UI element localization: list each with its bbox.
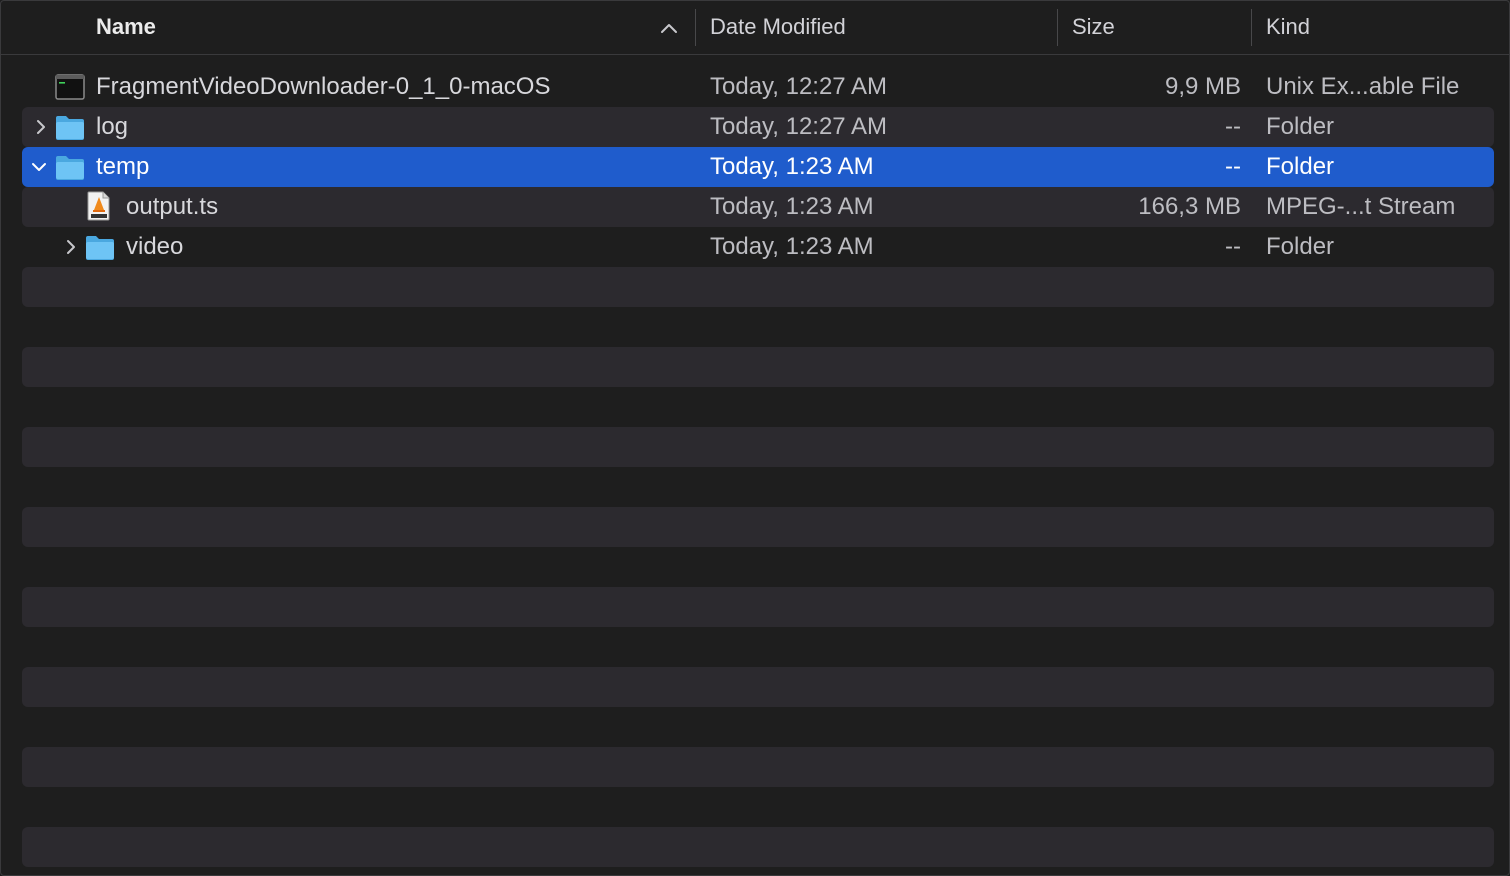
date-modified: Today, 1:23 AM — [710, 233, 874, 260]
column-header-name[interactable]: Name — [96, 1, 156, 54]
folder-icon — [56, 156, 84, 180]
mpeg-document-icon — [87, 191, 110, 221]
file-name: FragmentVideoDownloader-0_1_0-macOS — [96, 73, 551, 100]
empty-row-stripe — [22, 427, 1494, 467]
folder-row[interactable]: video Today, 1:23 AM -- Folder — [22, 227, 1494, 267]
column-divider[interactable] — [1251, 9, 1252, 46]
finder-list-view: Name Date Modified Size Kind FragmentVid… — [0, 0, 1510, 876]
chevron-up-icon[interactable] — [659, 20, 679, 36]
column-divider[interactable] — [695, 9, 696, 46]
file-kind: Folder — [1266, 233, 1335, 260]
empty-row-stripe — [22, 827, 1494, 867]
file-size: -- — [1225, 153, 1241, 180]
folder-row[interactable]: log Today, 12:27 AM -- Folder — [22, 107, 1494, 147]
file-name: video — [126, 233, 184, 260]
chevron-down-icon[interactable] — [31, 159, 47, 175]
folder-icon — [56, 116, 84, 140]
file-name: log — [96, 113, 129, 140]
chevron-right-icon[interactable] — [33, 119, 49, 135]
file-size: 166,3 MB — [1138, 193, 1241, 220]
column-divider[interactable] — [1057, 9, 1058, 46]
chevron-right-icon[interactable] — [63, 239, 79, 255]
empty-row-stripe — [22, 347, 1494, 387]
file-row[interactable]: output.ts Today, 1:23 AM 166,3 MB MPEG-.… — [22, 187, 1494, 227]
file-kind: Unix Ex...able File — [1266, 73, 1460, 100]
file-name: output.ts — [126, 193, 219, 220]
empty-row-stripe — [22, 747, 1494, 787]
file-list: FragmentVideoDownloader-0_1_0-macOS Toda… — [22, 67, 1494, 267]
file-kind: MPEG-...t Stream — [1266, 193, 1456, 220]
date-modified: Today, 1:23 AM — [710, 153, 874, 180]
empty-row-stripe — [22, 587, 1494, 627]
column-header-bar: Name Date Modified Size Kind — [1, 1, 1509, 55]
column-header-date-modified[interactable]: Date Modified — [710, 1, 846, 54]
file-name: temp — [96, 153, 150, 180]
file-size: 9,9 MB — [1164, 73, 1241, 100]
empty-row-stripe — [22, 667, 1494, 707]
file-size: -- — [1225, 113, 1241, 140]
folder-row-selected[interactable]: temp Today, 1:23 AM -- Folder — [22, 147, 1494, 187]
file-kind: Folder — [1266, 113, 1335, 140]
date-modified: Today, 12:27 AM — [710, 113, 887, 140]
file-row[interactable]: FragmentVideoDownloader-0_1_0-macOS Toda… — [22, 67, 1494, 107]
column-header-kind[interactable]: Kind — [1266, 1, 1310, 54]
date-modified: Today, 12:27 AM — [710, 73, 887, 100]
column-header-size[interactable]: Size — [1072, 1, 1115, 54]
date-modified: Today, 1:23 AM — [710, 193, 874, 220]
file-kind: Folder — [1266, 153, 1335, 180]
file-size: -- — [1225, 233, 1241, 260]
empty-list-area[interactable] — [22, 267, 1494, 875]
folder-icon — [86, 236, 114, 260]
empty-row-stripe — [22, 267, 1494, 307]
terminal-executable-icon — [55, 74, 85, 100]
empty-row-stripe — [22, 507, 1494, 547]
